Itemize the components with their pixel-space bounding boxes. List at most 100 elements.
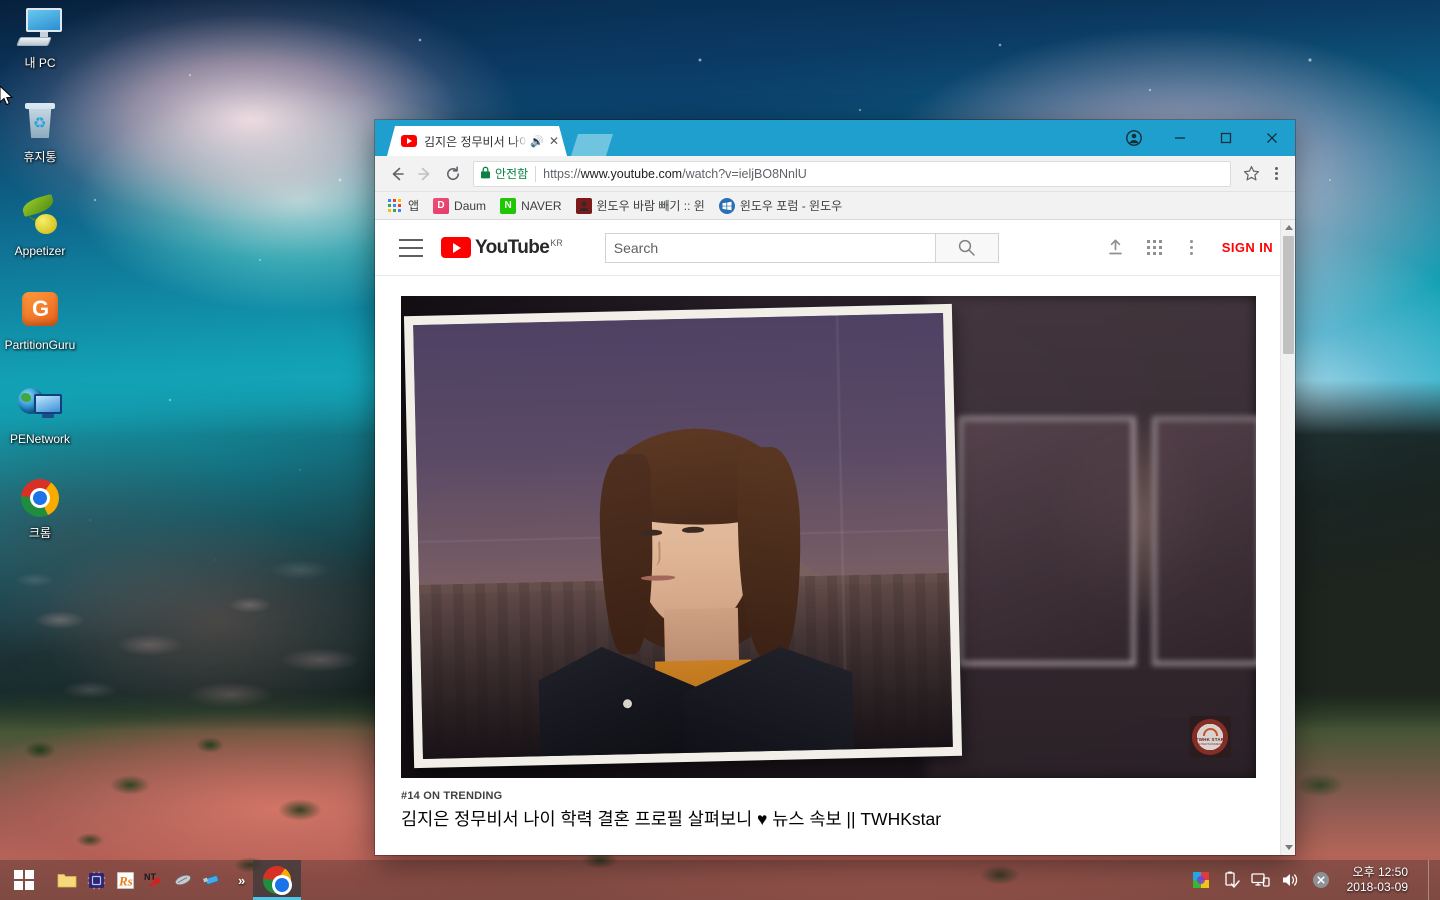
nt-key-icon[interactable]: NT xyxy=(143,869,165,891)
desktop-icon-label: 휴지통 xyxy=(23,150,57,164)
address-bar[interactable]: 안전함 https://www.youtube.com/watch?v=ielj… xyxy=(473,160,1231,187)
video-frame-image xyxy=(413,313,953,759)
desktop-icon-recycle-bin[interactable]: ♻ 휴지통 xyxy=(2,98,78,164)
minimize-button[interactable] xyxy=(1157,120,1203,156)
windows-forum-icon xyxy=(718,197,735,214)
sign-in-button[interactable]: SIGN IN xyxy=(1222,240,1273,255)
chrome-menu-icon[interactable] xyxy=(1265,167,1287,180)
video-frame-photo xyxy=(403,303,963,769)
profile-icon[interactable] xyxy=(1111,120,1157,156)
new-tab-button[interactable] xyxy=(571,134,613,156)
youtube-favicon xyxy=(401,135,417,147)
browser-tab[interactable]: 김지은 정무비서 나이 🔊 ✕ xyxy=(387,126,567,156)
desktop-icon-label: 내 PC xyxy=(24,56,56,70)
window-controls xyxy=(1111,120,1295,156)
youtube-play-icon xyxy=(441,237,471,258)
more-icon[interactable] xyxy=(1184,240,1200,255)
system-tray: 오후 12:50 2018-03-09 xyxy=(1191,860,1440,900)
start-button[interactable] xyxy=(0,860,48,900)
trending-badge: #14 ON TRENDING xyxy=(401,790,503,802)
action-center-close-icon[interactable] xyxy=(1311,870,1331,890)
back-button[interactable] xyxy=(383,160,411,188)
bookmark-daum[interactable]: D Daum xyxy=(427,196,492,216)
guide-menu-icon[interactable] xyxy=(399,238,423,257)
color-palette-icon[interactable] xyxy=(1191,870,1211,890)
svg-text:Rs: Rs xyxy=(118,873,133,888)
bookmark-star-icon[interactable] xyxy=(1237,160,1265,188)
bookmark-label: 윈도우 바람 빼기 :: 윈 xyxy=(596,199,705,213)
chrome-taskbar-button[interactable] xyxy=(253,860,302,900)
tab-title: 김지은 정무비서 나이 xyxy=(424,134,529,149)
volume-icon[interactable] xyxy=(1281,870,1301,890)
url-text: https://www.youtube.com/watch?v=ieljBO8N… xyxy=(543,167,807,181)
desktop-icon-label: 크롬 xyxy=(28,526,52,540)
desktop-icon-label: PartitionGuru xyxy=(4,338,76,352)
taskbar-clock[interactable]: 오후 12:50 2018-03-09 xyxy=(1341,865,1418,895)
url-host: www.youtube.com xyxy=(580,166,683,181)
reload-button[interactable] xyxy=(439,160,467,188)
channel-watermark[interactable]: TWHK STAR ENTERTAINMENT xyxy=(1189,716,1231,758)
desktop-icon-penetwork[interactable]: PENetwork xyxy=(2,380,78,446)
desktop: 내 PC ♻ 휴지통 Appetizer G PartitionGuru PEN… xyxy=(0,0,1440,900)
show-desktop-button[interactable] xyxy=(1428,860,1434,900)
forward-button xyxy=(411,160,439,188)
network-icon[interactable] xyxy=(1251,870,1271,890)
search-button[interactable] xyxy=(934,232,999,263)
chrome-browser-window[interactable]: 김지은 정무비서 나이 🔊 ✕ 안전함 https://www.youtube.… xyxy=(375,120,1295,855)
scroll-down-button[interactable] xyxy=(1281,840,1295,855)
bookmark-windows-forum[interactable]: 윈도우 포럼 - 윈도우 xyxy=(713,195,848,216)
scrollbar-thumb[interactable] xyxy=(1283,236,1294,354)
desktop-icon-chrome[interactable]: 크롬 xyxy=(2,474,78,540)
watermark-subtitle: ENTERTAINMENT xyxy=(1197,742,1223,746)
rs-icon[interactable]: Rs xyxy=(114,869,136,891)
youtube-logo[interactable]: YouTube KR xyxy=(441,237,563,258)
bookmark-windows-baram[interactable]: 윈도우 바람 빼기 :: 윈 xyxy=(570,195,711,216)
person-figure xyxy=(529,419,866,756)
desktop-icon-appetizer[interactable]: Appetizer xyxy=(2,192,78,258)
apps-icon[interactable] xyxy=(1146,240,1162,255)
cpu-icon[interactable] xyxy=(85,869,107,891)
bookmark-naver[interactable]: N NAVER xyxy=(494,196,567,216)
chrome-icon xyxy=(16,474,64,522)
bookmark-label: 앱 xyxy=(408,199,420,213)
headphones-icon xyxy=(1202,728,1218,736)
url-scheme: https:// xyxy=(543,166,581,181)
tab-strip: 김지은 정무비서 나이 🔊 ✕ xyxy=(375,120,1295,156)
desktop-icon-partitionguru[interactable]: G PartitionGuru xyxy=(2,286,78,352)
usb-eject-icon[interactable] xyxy=(1221,870,1241,890)
usb-stick-icon[interactable] xyxy=(201,869,223,891)
youtube-header: YouTube KR Search SIGN IN xyxy=(375,220,1295,276)
page-scrollbar[interactable] xyxy=(1280,220,1295,855)
penetwork-icon xyxy=(16,380,64,428)
scroll-up-button[interactable] xyxy=(1281,220,1295,235)
windows-logo-icon xyxy=(14,870,34,890)
mouse-icon[interactable] xyxy=(172,869,194,891)
desktop-icon-label: PENetwork xyxy=(9,432,71,446)
apps-grid-icon xyxy=(387,198,403,214)
tab-close-icon[interactable]: ✕ xyxy=(549,134,559,148)
bookmark-label: NAVER xyxy=(521,198,562,213)
folder-icon[interactable] xyxy=(56,869,78,891)
search-input[interactable]: Search xyxy=(604,232,935,263)
tab-audio-icon[interactable]: 🔊 xyxy=(530,135,544,148)
mouse-cursor xyxy=(0,86,14,106)
site-icon xyxy=(575,197,592,214)
taskbar: Rs NT » 오후 12:50 2018-03-09 xyxy=(0,860,1440,900)
computer-icon xyxy=(16,4,64,52)
omnibox-divider xyxy=(535,165,537,182)
youtube-header-actions: SIGN IN xyxy=(1106,238,1279,257)
video-player[interactable]: TWHK STAR ENTERTAINMENT xyxy=(401,296,1256,778)
maximize-button[interactable] xyxy=(1203,120,1249,156)
naver-icon: N xyxy=(500,197,517,214)
url-path: /watch?v=ieljBO8NnlU xyxy=(682,166,807,181)
browser-toolbar: 안전함 https://www.youtube.com/watch?v=ielj… xyxy=(375,156,1295,192)
upload-icon[interactable] xyxy=(1106,238,1125,257)
close-button[interactable] xyxy=(1249,120,1295,156)
desktop-icon-my-pc[interactable]: 내 PC xyxy=(2,4,78,70)
recycle-bin-icon: ♻ xyxy=(16,98,64,146)
youtube-search: Search xyxy=(604,232,999,263)
quick-launch: Rs NT » xyxy=(48,869,253,891)
youtube-logo-text: YouTube xyxy=(475,237,550,258)
taskbar-overflow-chevron[interactable]: » xyxy=(230,873,253,888)
bookmark-apps[interactable]: 앱 xyxy=(381,195,425,216)
